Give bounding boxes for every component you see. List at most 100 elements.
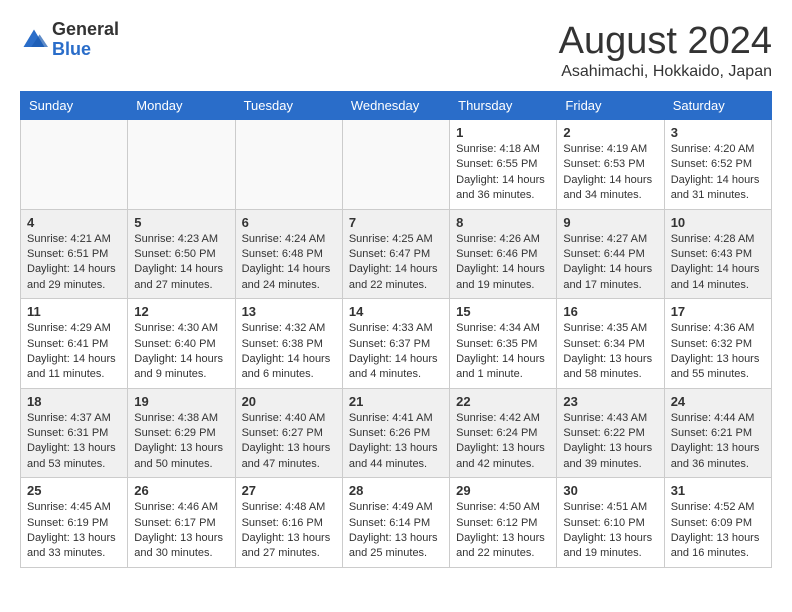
day-number: 29 [456,483,550,498]
page-header: General Blue August 2024 Asahimachi, Hok… [20,20,772,81]
day-number: 21 [349,394,443,409]
weekday-header-sunday: Sunday [21,92,128,120]
logo-blue-text: Blue [52,39,91,59]
day-info: Sunrise: 4:33 AMSunset: 6:37 PMDaylight:… [349,321,443,383]
logo-icon [20,26,48,54]
day-info: Sunrise: 4:37 AMSunset: 6:31 PMDaylight:… [27,411,121,473]
location-text: Asahimachi, Hokkaido, Japan [559,63,772,81]
calendar-cell: 9 Sunrise: 4:27 AMSunset: 6:44 PMDaylight… [557,209,664,299]
calendar-cell: 6 Sunrise: 4:24 AMSunset: 6:48 PMDaylight… [235,209,342,299]
calendar-cell: 24 Sunrise: 4:44 AMSunset: 6:21 PMDayligh… [664,388,771,478]
calendar-cell: 27 Sunrise: 4:48 AMSunset: 6:16 PMDayligh… [235,478,342,568]
day-info: Sunrise: 4:43 AMSunset: 6:22 PMDaylight:… [563,411,657,473]
calendar-cell: 4Sunrise: 4:21 AMSunset: 6:51 PMDaylight… [21,209,128,299]
weekday-header-monday: Monday [128,92,235,120]
day-info: Sunrise: 4:26 AMSunset: 6:46 PMDaylight:… [456,232,550,294]
calendar-cell: 30 Sunrise: 4:51 AMSunset: 6:10 PMDayligh… [557,478,664,568]
calendar-cell: 15 Sunrise: 4:34 AMSunset: 6:35 PMDayligh… [450,299,557,389]
calendar-cell: 28 Sunrise: 4:49 AMSunset: 6:14 PMDayligh… [342,478,449,568]
calendar-cell: 23Sunrise: 4:43 AMSunset: 6:22 PMDayligh… [557,388,664,478]
week-row-1: 1Sunrise: 4:18 AMSunset: 6:55 PMDaylight… [21,120,772,210]
calendar-cell [342,120,449,210]
calendar-cell: 11 Sunrise: 4:29 AMSunset: 6:41 PMDayligh… [21,299,128,389]
calendar-cell [21,120,128,210]
day-info: Sunrise: 4:19 AMSunset: 6:53 PMDaylight:… [563,142,657,204]
day-info: Sunrise: 4:41 AMSunset: 6:26 PMDaylight:… [349,411,443,473]
calendar-cell: 8Sunrise: 4:26 AMSunset: 6:46 PMDaylight… [450,209,557,299]
day-number: 26 [134,483,228,498]
day-info: Sunrise: 4:25 AMSunset: 6:47 PMDaylight:… [349,232,443,294]
day-number: 13 [242,304,336,319]
calendar-cell: 20 Sunrise: 4:40 AMSunset: 6:27 PMDayligh… [235,388,342,478]
day-number: 28 [349,483,443,498]
day-number: 5 [134,215,228,230]
day-number: 27 [242,483,336,498]
calendar-cell: 16 Sunrise: 4:35 AMSunset: 6:34 PMDayligh… [557,299,664,389]
day-info: Sunrise: 4:49 AMSunset: 6:14 PMDaylight:… [349,500,443,562]
calendar-cell: 10 Sunrise: 4:28 AMSunset: 6:43 PMDayligh… [664,209,771,299]
logo-general-text: General [52,19,119,39]
day-number: 12 [134,304,228,319]
day-number: 31 [671,483,765,498]
day-info: Sunrise: 4:42 AMSunset: 6:24 PMDaylight:… [456,411,550,473]
day-info: Sunrise: 4:48 AMSunset: 6:16 PMDaylight:… [242,500,336,562]
week-row-2: 4Sunrise: 4:21 AMSunset: 6:51 PMDaylight… [21,209,772,299]
day-info: Sunrise: 4:20 AMSunset: 6:52 PMDaylight:… [671,142,765,204]
day-number: 19 [134,394,228,409]
day-number: 10 [671,215,765,230]
title-area: August 2024 Asahimachi, Hokkaido, Japan [559,20,772,81]
day-number: 15 [456,304,550,319]
day-number: 17 [671,304,765,319]
day-info: Sunrise: 4:24 AMSunset: 6:48 PMDaylight:… [242,232,336,294]
day-info: Sunrise: 4:35 AMSunset: 6:34 PMDaylight:… [563,321,657,383]
day-info: Sunrise: 4:38 AMSunset: 6:29 PMDaylight:… [134,411,228,473]
day-info: Sunrise: 4:44 AMSunset: 6:21 PMDaylight:… [671,411,765,473]
day-number: 3 [671,125,765,140]
calendar-cell: 26 Sunrise: 4:46 AMSunset: 6:17 PMDayligh… [128,478,235,568]
day-info: Sunrise: 4:46 AMSunset: 6:17 PMDaylight:… [134,500,228,562]
day-info: Sunrise: 4:23 AMSunset: 6:50 PMDaylight:… [134,232,228,294]
day-number: 20 [242,394,336,409]
day-number: 18 [27,394,121,409]
weekday-header-friday: Friday [557,92,664,120]
day-info: Sunrise: 4:27 AMSunset: 6:44 PMDaylight:… [563,232,657,294]
day-number: 6 [242,215,336,230]
weekday-header-saturday: Saturday [664,92,771,120]
calendar-cell: 21 Sunrise: 4:41 AMSunset: 6:26 PMDayligh… [342,388,449,478]
calendar-cell: 22 Sunrise: 4:42 AMSunset: 6:24 PMDayligh… [450,388,557,478]
day-number: 30 [563,483,657,498]
day-info: Sunrise: 4:29 AMSunset: 6:41 PMDaylight:… [27,321,121,383]
day-number: 1 [456,125,550,140]
day-info: Sunrise: 4:36 AMSunset: 6:32 PMDaylight:… [671,321,765,383]
day-info: Sunrise: 4:45 AMSunset: 6:19 PMDaylight:… [27,500,121,562]
day-info: Sunrise: 4:30 AMSunset: 6:40 PMDaylight:… [134,321,228,383]
day-info: Sunrise: 4:28 AMSunset: 6:43 PMDaylight:… [671,232,765,294]
calendar-cell: 17 Sunrise: 4:36 AMSunset: 6:32 PMDayligh… [664,299,771,389]
month-title: August 2024 [559,20,772,63]
calendar-cell: 5 Sunrise: 4:23 AMSunset: 6:50 PMDaylight… [128,209,235,299]
day-number: 22 [456,394,550,409]
day-info: Sunrise: 4:34 AMSunset: 6:35 PMDaylight:… [456,321,550,383]
day-number: 24 [671,394,765,409]
logo: General Blue [20,20,119,60]
week-row-4: 18 Sunrise: 4:37 AMSunset: 6:31 PMDayligh… [21,388,772,478]
calendar-table: SundayMondayTuesdayWednesdayThursdayFrid… [20,91,772,568]
calendar-cell [128,120,235,210]
calendar-cell: 12 Sunrise: 4:30 AMSunset: 6:40 PMDayligh… [128,299,235,389]
weekday-header-wednesday: Wednesday [342,92,449,120]
week-row-3: 11 Sunrise: 4:29 AMSunset: 6:41 PMDayligh… [21,299,772,389]
day-number: 2 [563,125,657,140]
day-number: 4 [27,215,121,230]
day-info: Sunrise: 4:40 AMSunset: 6:27 PMDaylight:… [242,411,336,473]
day-info: Sunrise: 4:51 AMSunset: 6:10 PMDaylight:… [563,500,657,562]
day-info: Sunrise: 4:32 AMSunset: 6:38 PMDaylight:… [242,321,336,383]
calendar-cell: 19 Sunrise: 4:38 AMSunset: 6:29 PMDayligh… [128,388,235,478]
calendar-cell: 31Sunrise: 4:52 AMSunset: 6:09 PMDayligh… [664,478,771,568]
day-number: 16 [563,304,657,319]
weekday-header-row: SundayMondayTuesdayWednesdayThursdayFrid… [21,92,772,120]
calendar-cell: 14Sunrise: 4:33 AMSunset: 6:37 PMDayligh… [342,299,449,389]
day-number: 25 [27,483,121,498]
day-number: 9 [563,215,657,230]
calendar-cell: 7Sunrise: 4:25 AMSunset: 6:47 PMDaylight… [342,209,449,299]
day-number: 11 [27,304,121,319]
